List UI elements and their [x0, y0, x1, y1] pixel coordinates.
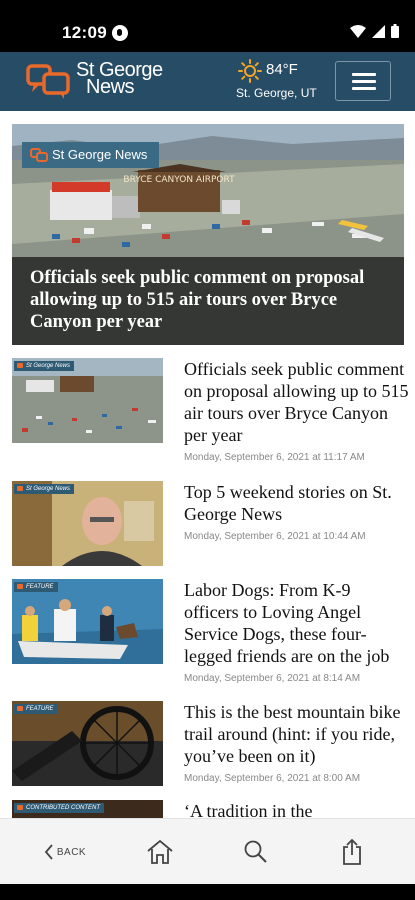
article-item[interactable]: St George News Officials seek public com… — [12, 358, 408, 468]
status-time: 12:09 — [62, 23, 107, 42]
thumbnail-badge: FEATURE — [14, 582, 58, 592]
back-label: BACK — [56, 846, 87, 858]
article-thumbnail[interactable]: CONTRIBUTED CONTENT — [12, 800, 163, 818]
article-thumbnail[interactable]: FEATURE — [12, 701, 163, 786]
sun-icon — [238, 59, 262, 83]
article-date: Monday, September 6, 2021 at 11:17 AM — [184, 452, 365, 463]
article-title[interactable]: Officials seek public comment on proposa… — [184, 358, 409, 446]
system-gesture-bar — [0, 884, 415, 900]
share-button[interactable] — [324, 819, 380, 885]
hero-sign-text: BRYCE CANYON AIRPORT — [123, 175, 235, 185]
article-thumbnail[interactable]: St George News — [12, 358, 163, 443]
search-button[interactable] — [228, 819, 284, 885]
weather-temperature: 84°F — [266, 61, 298, 78]
weather-widget[interactable]: 84°F St. George, UT — [236, 59, 322, 105]
hamburger-line — [352, 73, 376, 76]
article-thumbnail[interactable]: St George News — [12, 481, 163, 566]
logo-line-2: News — [86, 76, 135, 98]
hero-source-badge: St George News — [22, 142, 160, 168]
battery-icon — [391, 24, 399, 38]
article-title[interactable]: Labor Dogs: From K-9 officers to Loving … — [184, 579, 409, 667]
thumbnail-badge: St George News — [14, 484, 75, 494]
home-icon — [147, 839, 173, 864]
article-date: Monday, September 6, 2021 at 10:44 AM — [184, 531, 366, 542]
article-thumbnail[interactable]: FEATURE — [12, 579, 163, 664]
site-logo[interactable]: St George News — [26, 60, 166, 100]
article-title[interactable]: ‘A tradition in the — [184, 800, 404, 818]
hero-story[interactable]: BRYCE CANYON AIRPORT St George News Offi… — [12, 124, 404, 345]
app-header: St George News 84°F St. George, UT — [0, 52, 415, 111]
back-button[interactable]: BACK — [30, 819, 100, 885]
notification-app-icon — [112, 25, 128, 41]
bottom-nav-bar: BACK — [0, 818, 415, 884]
logo-speech-bubbles-icon — [26, 64, 70, 99]
article-date: Monday, September 6, 2021 at 8:14 AM — [184, 673, 361, 684]
status-bar: 12:09 — [0, 0, 415, 52]
home-button[interactable] — [132, 819, 188, 885]
hamburger-line — [352, 80, 376, 83]
status-icons — [350, 24, 399, 38]
article-title[interactable]: This is the best mountain bike trail aro… — [184, 701, 409, 767]
article-item[interactable]: FEATURE This is the best mountain bike t… — [12, 701, 404, 787]
hero-badge-label: St George News — [52, 147, 148, 162]
logo-text: St George News — [76, 60, 163, 98]
article-item[interactable]: CONTRIBUTED CONTENT ‘A tradition in the — [12, 800, 404, 818]
thumbnail-badge: St George News — [14, 361, 75, 371]
search-icon — [244, 840, 267, 863]
hero-headline[interactable]: Officials seek public comment on proposa… — [12, 257, 404, 345]
thumbnail-badge: CONTRIBUTED CONTENT — [14, 803, 104, 813]
signal-icon — [372, 24, 385, 38]
wifi-icon — [350, 24, 366, 38]
hamburger-menu-button[interactable] — [335, 61, 391, 101]
hamburger-line — [352, 87, 376, 90]
article-item[interactable]: FEATURE Labor Dogs: From K-9 officers to… — [12, 579, 404, 689]
article-item[interactable]: St George News Top 5 weekend stories on … — [12, 481, 404, 567]
thumbnail-badge: FEATURE — [14, 704, 58, 714]
logo-speech-bubbles-icon — [30, 148, 48, 162]
chevron-left-icon — [44, 844, 53, 860]
weather-location: St. George, UT — [236, 86, 317, 100]
article-title[interactable]: Top 5 weekend stories on St. George News — [184, 481, 409, 525]
share-icon — [343, 838, 361, 865]
article-date: Monday, September 6, 2021 at 8:00 AM — [184, 773, 361, 784]
